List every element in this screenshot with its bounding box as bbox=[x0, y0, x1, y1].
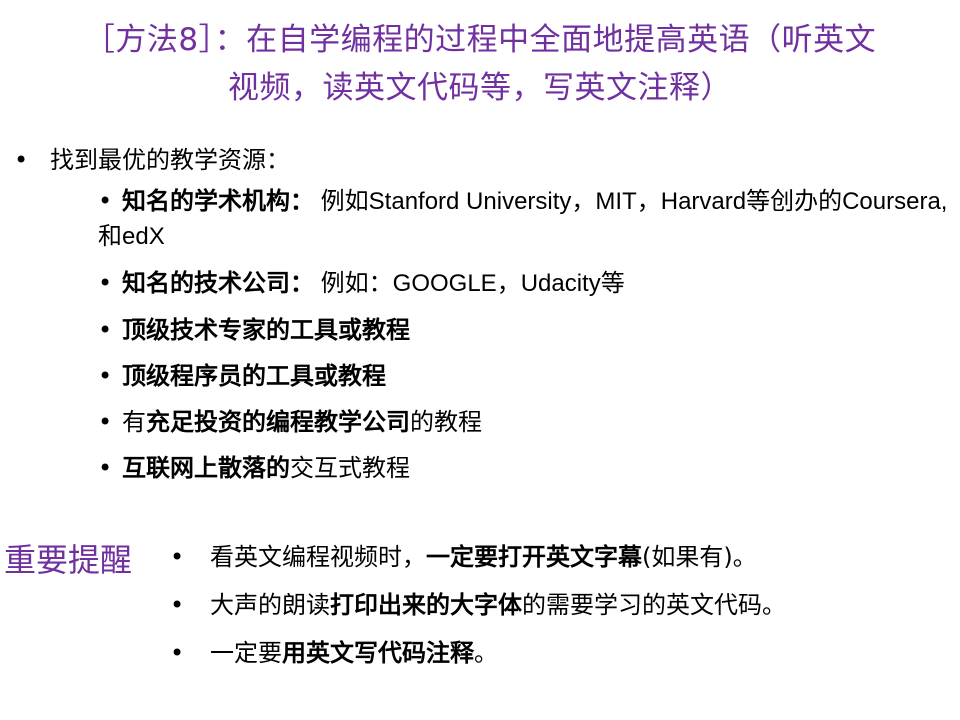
item-bold-text: 互联网上散落的 bbox=[122, 454, 290, 482]
item-text: 交互式教程 bbox=[290, 454, 410, 482]
main-bullet: • 找到最优的教学资源： bbox=[14, 142, 290, 178]
bullet-marker: • bbox=[170, 639, 185, 667]
bullet-marker: • bbox=[14, 146, 29, 174]
slide-title: ［方法8］：在自学编程的过程中全面地提高英语（听英文 视频，读英文代码等，写英文… bbox=[20, 16, 940, 112]
item-bold-text: 顶级技术专家的工具或教程 bbox=[122, 316, 410, 344]
item-text: 。 bbox=[474, 639, 498, 667]
item-pre-text: 大声的朗读 bbox=[210, 591, 330, 619]
list-item: • 互联网上散落的交互式教程 bbox=[98, 451, 948, 485]
reminder-list: • 看英文编程视频时，一定要打开英文字幕(如果有)。 • 大声的朗读打印出来的大字体… bbox=[170, 540, 960, 684]
list-item: • 看英文编程视频时，一定要打开英文字幕(如果有)。 bbox=[170, 540, 960, 574]
list-item: • 顶级技术专家的工具或教程 bbox=[98, 313, 948, 347]
reminder-label: 重要提醒 bbox=[4, 541, 133, 579]
title-line-1: ［方法8］：在自学编程的过程中全面地提高英语（听英文 bbox=[83, 22, 877, 58]
item-pre-text: 一定要 bbox=[210, 639, 282, 667]
bullet-marker: • bbox=[98, 362, 113, 390]
item-text: 的需要学习的英文代码。 bbox=[522, 591, 786, 619]
bullet-marker: • bbox=[98, 454, 113, 482]
item-bold-text: 充足投资的编程教学公司 bbox=[146, 408, 410, 436]
resource-list: • 知名的学术机构： 例如Stanford University，MIT，Harv… bbox=[98, 184, 948, 497]
item-bold-text: 顶级程序员的工具或教程 bbox=[122, 362, 386, 390]
bullet-marker: • bbox=[98, 187, 113, 215]
title-line-2: 视频，读英文代码等，写英文注释） bbox=[228, 70, 732, 106]
item-text: 例如：GOOGLE，Udacity等 bbox=[314, 270, 625, 297]
main-bullet-text: 找到最优的教学资源： bbox=[50, 146, 290, 174]
bullet-marker: • bbox=[170, 543, 185, 571]
bullet-marker: • bbox=[98, 269, 113, 297]
list-item: • 有充足投资的编程教学公司的教程 bbox=[98, 405, 948, 439]
item-bold-text: 知名的技术公司： bbox=[122, 269, 314, 297]
bullet-marker: • bbox=[98, 316, 113, 344]
bullet-marker: • bbox=[170, 591, 185, 619]
item-bold-text: 一定要打开英文字幕 bbox=[426, 543, 642, 571]
bullet-marker: • bbox=[98, 408, 113, 436]
item-pre-text: 有 bbox=[122, 408, 146, 436]
item-text: (如果有)。 bbox=[642, 543, 757, 571]
item-text: 的教程 bbox=[410, 408, 482, 436]
list-item: • 顶级程序员的工具或教程 bbox=[98, 359, 948, 393]
item-bold-text: 知名的学术机构： bbox=[122, 187, 314, 215]
list-item: • 知名的学术机构： 例如Stanford University，MIT，Harv… bbox=[98, 184, 948, 254]
list-item: • 大声的朗读打印出来的大字体的需要学习的英文代码。 bbox=[170, 588, 960, 622]
item-bold-text: 用英文写代码注释 bbox=[282, 639, 474, 667]
list-item: • 一定要用英文写代码注释。 bbox=[170, 636, 960, 670]
list-item: • 知名的技术公司： 例如：GOOGLE，Udacity等 bbox=[98, 266, 948, 301]
item-pre-text: 看英文编程视频时， bbox=[210, 543, 426, 571]
item-bold-text: 打印出来的大字体 bbox=[330, 591, 522, 619]
slide: ［方法8］：在自学编程的过程中全面地提高英语（听英文 视频，读英文代码等，写英文… bbox=[0, 0, 960, 720]
